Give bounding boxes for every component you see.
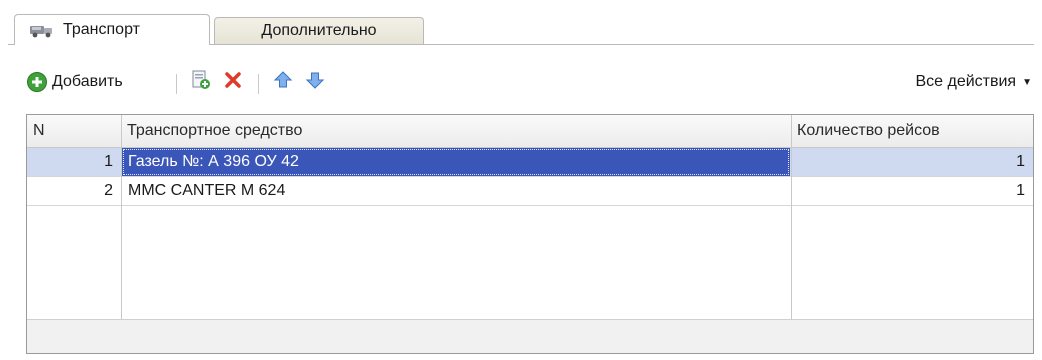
toolbar: Добавить Все действия ▼: [26, 65, 1036, 99]
add-icon: [26, 71, 48, 93]
cell-vehicle[interactable]: MMC CANTER M 624: [122, 177, 790, 205]
tab-bar: Транспорт Дополнительно: [8, 14, 1038, 45]
delete-icon: [222, 69, 244, 96]
delete-button[interactable]: [222, 65, 244, 99]
cell-n: 1: [104, 153, 113, 170]
copy-button[interactable]: [190, 65, 212, 99]
column-header-n[interactable]: N: [27, 115, 121, 147]
move-up-button[interactable]: [272, 65, 294, 99]
all-actions-menu[interactable]: Все действия ▼: [915, 65, 1032, 99]
cell-trips: 1: [1016, 153, 1025, 170]
move-down-button[interactable]: [304, 65, 326, 99]
column-header-vehicle[interactable]: Транспортное средство: [121, 115, 791, 147]
column-header-trips[interactable]: Количество рейсов: [791, 115, 1033, 147]
toolbar-separator: [258, 74, 259, 94]
add-button-label: Добавить: [52, 73, 123, 90]
truck-icon: [29, 22, 55, 38]
column-divider: [791, 115, 792, 353]
cell-trips: 1: [1016, 182, 1025, 199]
chevron-down-icon: ▼: [1022, 76, 1032, 88]
cell-vehicle[interactable]: Газель №: А 396 ОУ 42: [122, 148, 790, 176]
table-footer: [27, 319, 1033, 353]
tab-label: Транспорт: [63, 21, 140, 38]
move-down-icon: [304, 69, 326, 96]
copy-icon: [190, 69, 212, 96]
toolbar-separator: [176, 74, 177, 94]
transport-table[interactable]: N Транспортное средство Количество рейсо…: [26, 114, 1034, 354]
table-header: N Транспортное средство Количество рейсо…: [27, 115, 1033, 148]
table-row[interactable]: 1 Газель №: А 396 ОУ 42 1: [27, 148, 1033, 176]
tab-transport[interactable]: Транспорт: [14, 14, 210, 45]
tab-label: Дополнительно: [261, 22, 377, 39]
tab-additional[interactable]: Дополнительно: [214, 17, 424, 44]
add-button[interactable]: Добавить: [26, 65, 123, 99]
column-divider: [121, 115, 122, 353]
table-row[interactable]: 2 MMC CANTER M 624 1: [27, 177, 1033, 205]
cell-n: 2: [104, 182, 113, 199]
move-up-icon: [272, 69, 294, 96]
row-divider: [27, 205, 1033, 206]
all-actions-label: Все действия: [915, 73, 1017, 90]
